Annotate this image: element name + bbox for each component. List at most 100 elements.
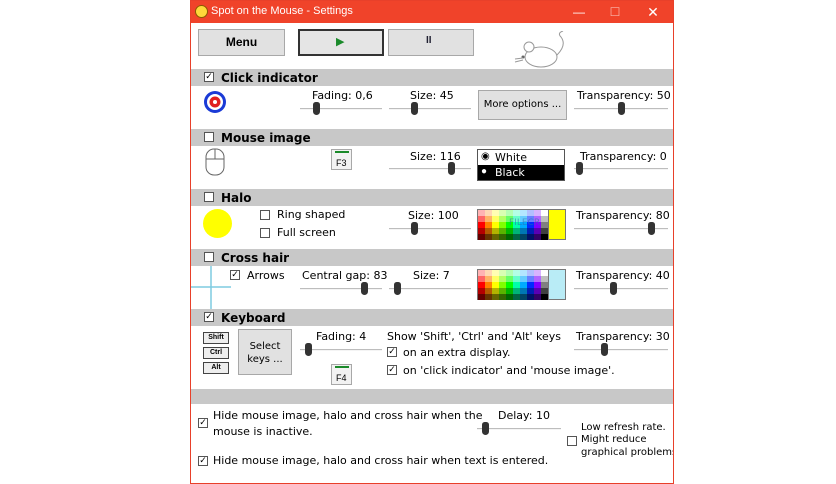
slider-thumb[interactable]: [305, 343, 313, 356]
hotkey-flag-icon: [335, 151, 349, 157]
mouse-image-checkbox[interactable]: [204, 132, 214, 142]
palette-cell[interactable]: [478, 234, 485, 240]
palette-cell[interactable]: [478, 294, 485, 300]
palette-cell[interactable]: [492, 234, 499, 240]
hotkey-flag-icon: [335, 366, 349, 372]
palette-cell[interactable]: [485, 294, 492, 300]
mouse-transparency-slider[interactable]: [574, 162, 668, 176]
hide-inactive-checkbox[interactable]: ✓: [198, 418, 208, 428]
arrows-checkbox[interactable]: ✓: [230, 270, 240, 280]
pause-button[interactable]: II: [388, 29, 474, 56]
click-indicator-header: ✓ Click indicator: [191, 69, 673, 86]
palette-cell[interactable]: [534, 294, 541, 300]
play-button[interactable]: ▶: [298, 29, 384, 56]
color-option-black[interactable]: ● Black: [478, 165, 564, 180]
ring-shaped-label: Ring shaped: [277, 208, 346, 221]
palette-cell[interactable]: [534, 234, 541, 240]
palette-cell[interactable]: [506, 234, 513, 240]
delay-slider[interactable]: [477, 422, 561, 436]
full-screen-checkbox[interactable]: [260, 228, 270, 238]
title-bar[interactable]: Spot on the Mouse - Settings — ☐ ✕: [191, 1, 673, 23]
palette-cell[interactable]: [520, 294, 527, 300]
palette-cell[interactable]: [520, 234, 527, 240]
halo-transparency-label: Transparency: 80: [576, 209, 670, 222]
maximize-button[interactable]: ☐: [597, 1, 633, 23]
menu-button[interactable]: Menu: [198, 29, 285, 56]
more-options-button[interactable]: More options ...: [478, 90, 567, 120]
cross-hair-checkbox[interactable]: [204, 252, 214, 262]
keyboard-checkbox[interactable]: ✓: [204, 312, 214, 322]
slider-thumb[interactable]: [575, 162, 583, 175]
cross-color-palette[interactable]: [477, 269, 549, 300]
palette-cell[interactable]: [485, 234, 492, 240]
minimize-button[interactable]: —: [561, 1, 597, 23]
play-icon: ▶: [336, 36, 345, 48]
palette-cell[interactable]: [541, 294, 548, 300]
low-refresh-label: Low refresh rate.: [581, 422, 666, 433]
halo-size-slider[interactable]: [389, 222, 471, 236]
palette-cell[interactable]: [492, 294, 499, 300]
hide-text-checkbox[interactable]: ✓: [198, 456, 208, 466]
radio-white-icon: ◉: [481, 151, 490, 162]
slider-thumb[interactable]: [410, 102, 418, 115]
click-size-slider[interactable]: [389, 102, 471, 116]
slider-thumb[interactable]: [394, 282, 402, 295]
slider-thumb[interactable]: [610, 282, 618, 295]
palette-cell[interactable]: [541, 234, 548, 240]
palette-cell[interactable]: [527, 294, 534, 300]
close-button[interactable]: ✕: [635, 1, 671, 23]
slider-thumb[interactable]: [447, 162, 455, 175]
slider-thumb[interactable]: [313, 102, 321, 115]
slider-thumb[interactable]: [618, 102, 625, 115]
cross-size-slider[interactable]: [389, 282, 471, 296]
extra-display-label: on an extra display.: [403, 346, 511, 359]
halo-color-swatch: [548, 209, 566, 240]
alt-key-icon: Alt: [203, 362, 229, 374]
slider-thumb[interactable]: [360, 282, 368, 295]
palette-cell[interactable]: [499, 234, 506, 240]
low-refresh-checkbox[interactable]: [567, 436, 577, 446]
halo-preview: [203, 209, 232, 238]
mouse-size-slider[interactable]: [389, 162, 471, 176]
mouse-image-hotkey-button[interactable]: F3: [331, 149, 352, 170]
arrows-label: Arrows: [247, 269, 285, 282]
cross-transparency-label: Transparency: 40: [576, 269, 670, 282]
select-keys-button[interactable]: Select keys ...: [238, 329, 292, 375]
ring-shaped-checkbox[interactable]: [260, 210, 270, 220]
click-transparency-slider[interactable]: [574, 102, 668, 116]
click-fading-label: Fading: 0,6: [312, 89, 373, 102]
mouse-image-header: Mouse image: [191, 129, 673, 146]
halo-checkbox[interactable]: [204, 192, 214, 202]
keyboard-transparency-slider[interactable]: [574, 343, 668, 357]
halo-transparency-slider[interactable]: [574, 222, 668, 236]
mouse-color-list[interactable]: ◉ White ● Black: [477, 149, 565, 181]
palette-cell[interactable]: [506, 294, 513, 300]
central-gap-label: Central gap: 83: [302, 269, 388, 282]
keyboard-header: ✓ Keyboard: [191, 309, 673, 326]
palette-cell[interactable]: [513, 294, 520, 300]
slider-thumb[interactable]: [482, 422, 490, 435]
slider-thumb[interactable]: [648, 222, 656, 235]
graphical-problems-label: graphical problems.: [581, 447, 674, 458]
watermark: FILECR: [509, 218, 541, 228]
cross-hair-header: Cross hair: [191, 249, 673, 266]
palette-cell[interactable]: [513, 234, 520, 240]
cross-hair-title: Cross hair: [221, 251, 290, 265]
click-indicator-checkbox[interactable]: ✓: [204, 72, 214, 82]
slider-thumb[interactable]: [410, 222, 418, 235]
on-indicator-label: on 'click indicator' and 'mouse image'.: [403, 364, 615, 377]
slider-thumb[interactable]: [601, 343, 609, 356]
cross-transparency-slider[interactable]: [574, 282, 668, 296]
extra-display-checkbox[interactable]: ✓: [387, 347, 397, 357]
hide-text-label: Hide mouse image, halo and cross hair wh…: [213, 454, 549, 467]
keyboard-hotkey-button[interactable]: F4: [331, 364, 352, 385]
click-fading-slider[interactable]: [300, 102, 382, 116]
palette-cell[interactable]: [527, 234, 534, 240]
palette-cell[interactable]: [499, 294, 506, 300]
keyboard-fading-slider[interactable]: [300, 343, 382, 357]
halo-header: Halo: [191, 189, 673, 206]
on-indicator-checkbox[interactable]: ✓: [387, 365, 397, 375]
color-option-white[interactable]: ◉ White: [478, 150, 564, 165]
central-gap-slider[interactable]: [300, 282, 382, 296]
ctrl-key-icon: Ctrl: [203, 347, 229, 359]
